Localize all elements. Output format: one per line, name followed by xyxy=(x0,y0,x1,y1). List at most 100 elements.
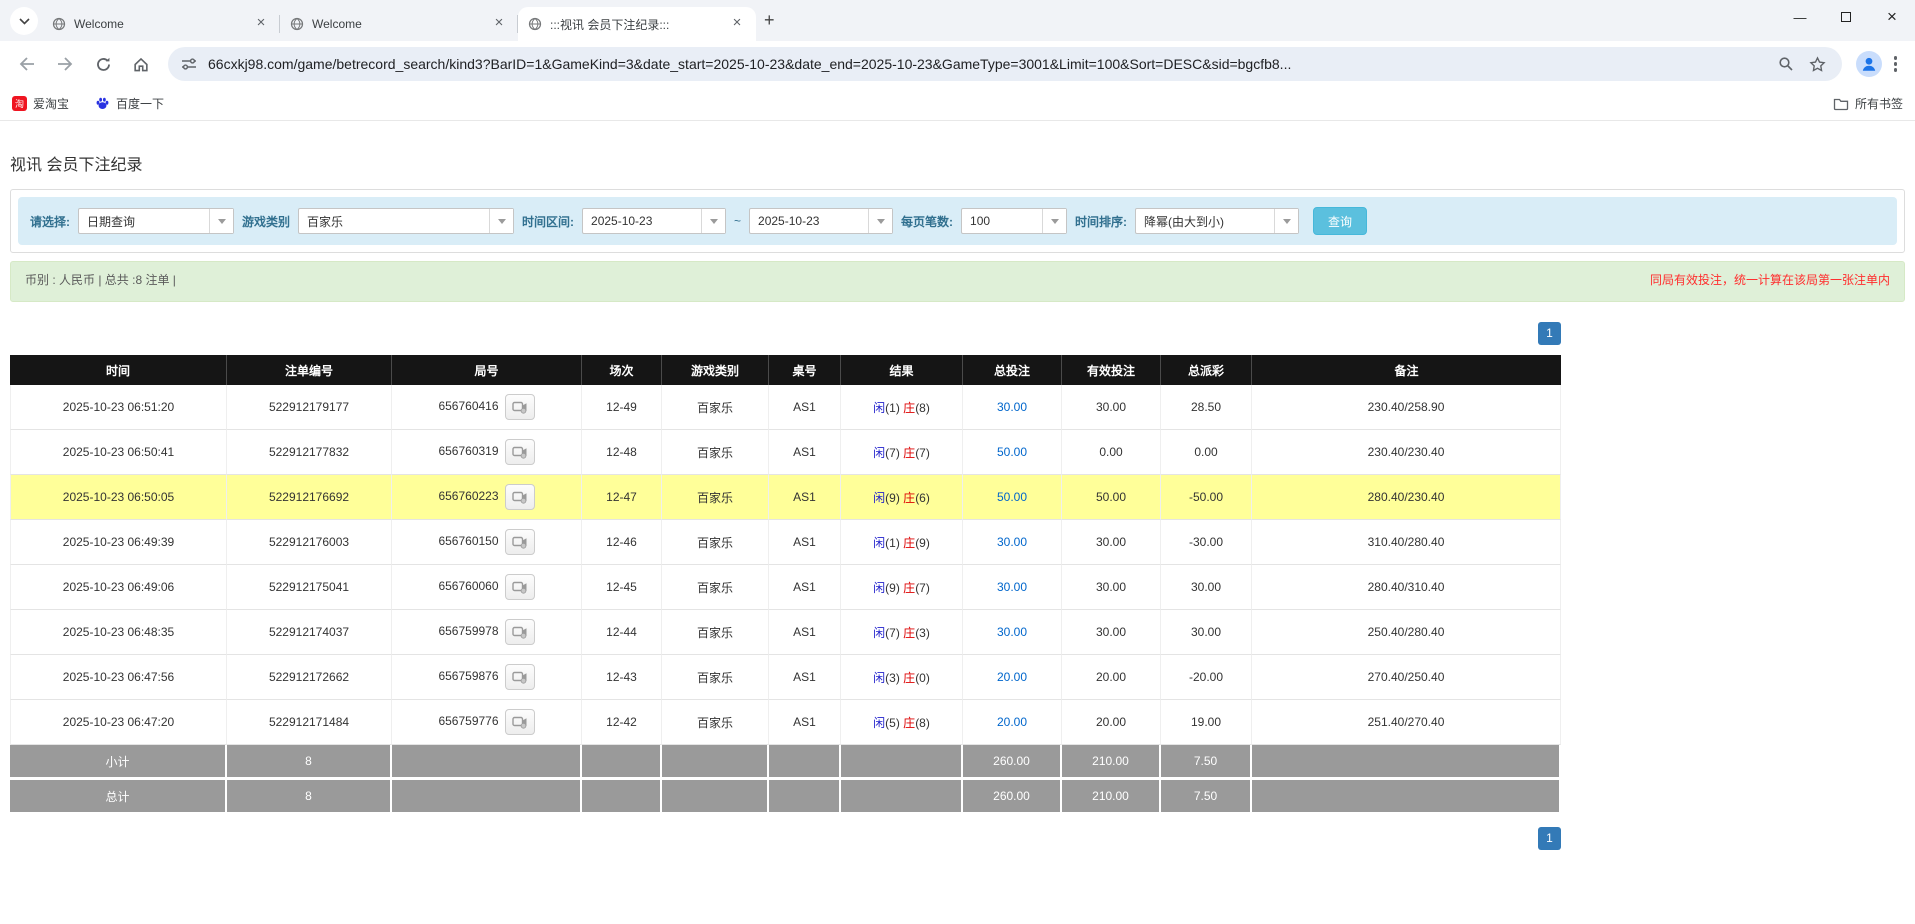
dropdown-arrow-icon[interactable] xyxy=(701,209,726,233)
per-page-select[interactable] xyxy=(961,208,1068,234)
video-replay-button[interactable] xyxy=(504,439,535,465)
total-bet-link[interactable]: 30.00 xyxy=(997,580,1027,594)
back-arrow-icon xyxy=(19,57,34,71)
cell-total-bet: 50.00 xyxy=(963,475,1062,520)
round-id-text: 656760416 xyxy=(438,399,499,414)
select-type-label: 请选择: xyxy=(30,214,70,229)
cell-session: 12-49 xyxy=(582,385,662,430)
page-1-button[interactable]: 1 xyxy=(1538,322,1561,345)
dropdown-arrow-icon[interactable] xyxy=(209,209,233,233)
video-replay-button[interactable] xyxy=(504,529,535,555)
browser-menu-button[interactable] xyxy=(1893,56,1897,72)
maximize-button[interactable] xyxy=(1823,0,1869,34)
all-bookmarks-button[interactable]: 所有书签 xyxy=(1833,95,1903,112)
tab-close-icon[interactable]: × xyxy=(490,15,508,33)
video-replay-button[interactable] xyxy=(504,484,535,510)
cell-session: 12-42 xyxy=(582,700,662,745)
bookmark-baidu[interactable]: 百度一下 xyxy=(95,95,164,112)
column-header: 游戏类别 xyxy=(662,355,769,385)
cell-valid-bet: 0.00 xyxy=(1062,430,1161,475)
tab-welcome-1[interactable]: Welcome × xyxy=(42,7,280,41)
table-row: 2025-10-23 06:50:05 522912176692 6567602… xyxy=(10,475,1561,520)
total-bet-link[interactable]: 20.00 xyxy=(997,670,1027,684)
sort-order-select[interactable] xyxy=(1135,208,1300,234)
tab-welcome-2[interactable]: Welcome × xyxy=(280,7,518,41)
video-replay-button[interactable] xyxy=(504,709,535,735)
column-header: 总派彩 xyxy=(1161,355,1252,385)
minimize-button[interactable]: — xyxy=(1777,0,1823,34)
per-page-label: 每页笔数: xyxy=(901,214,954,229)
baidu-paw-icon xyxy=(96,97,109,109)
total-bet-link[interactable]: 50.00 xyxy=(997,490,1027,504)
result-banker: 庄 xyxy=(903,670,916,685)
cell-table-no: AS1 xyxy=(769,610,841,655)
address-bar[interactable]: 66cxkj98.com/game/betrecord_search/kind3… xyxy=(168,47,1842,81)
game-type-value[interactable] xyxy=(299,209,490,233)
reload-button[interactable] xyxy=(87,48,119,80)
result-banker: 庄 xyxy=(903,625,916,640)
bookmark-label: 百度一下 xyxy=(116,97,165,111)
table-row: 2025-10-23 06:47:20 522912171484 6567597… xyxy=(10,700,1561,745)
date-end-value[interactable] xyxy=(750,209,869,233)
cell-bet-id: 522912176692 xyxy=(227,475,392,520)
cell-payout: 30.00 xyxy=(1161,565,1252,610)
video-replay-button[interactable] xyxy=(504,394,535,420)
dropdown-arrow-icon[interactable] xyxy=(1042,209,1067,233)
game-type-select[interactable] xyxy=(298,208,515,234)
per-page-value[interactable] xyxy=(962,209,1043,233)
date-end-picker[interactable] xyxy=(749,208,894,234)
tab-close-icon[interactable]: × xyxy=(252,15,270,33)
zoom-button[interactable] xyxy=(1774,52,1798,76)
taobao-icon: 淘 xyxy=(12,96,27,111)
forward-button[interactable] xyxy=(49,48,81,80)
cell-time: 2025-10-23 06:50:41 xyxy=(10,430,227,475)
cell-valid-bet: 30.00 xyxy=(1062,385,1161,430)
cell-valid-bet: 30.00 xyxy=(1062,610,1161,655)
bet-records-table: 时间 注单编号 局号 场次 游戏类别 桌号 结果 总投注 有效投注 总派彩 备注 2025-10-2… xyxy=(10,355,1561,815)
video-replay-button[interactable] xyxy=(504,619,535,645)
bookmark-aitaobao[interactable]: 淘 爱淘宝 xyxy=(12,95,69,112)
cell-round-id: 656760223 xyxy=(392,475,582,520)
video-replay-button[interactable] xyxy=(504,574,535,600)
bookmark-star-button[interactable] xyxy=(1806,52,1830,76)
dropdown-arrow-icon[interactable] xyxy=(868,209,893,233)
search-button[interactable]: 查询 xyxy=(1313,207,1368,235)
close-button[interactable]: × xyxy=(1869,0,1915,34)
profile-avatar[interactable] xyxy=(1855,51,1882,77)
cell-session: 12-46 xyxy=(582,520,662,565)
date-start-value[interactable] xyxy=(583,209,702,233)
sort-order-value[interactable] xyxy=(1136,209,1275,233)
game-type-label: 游戏类别 xyxy=(242,214,291,229)
cell-total-bet: 20.00 xyxy=(963,700,1062,745)
globe-favicon-icon xyxy=(290,17,304,31)
globe-favicon-icon xyxy=(52,17,66,31)
total-bet-link[interactable]: 30.00 xyxy=(997,400,1027,414)
total-bet-link[interactable]: 50.00 xyxy=(997,445,1027,459)
cell-valid-bet: 50.00 xyxy=(1062,475,1161,520)
home-button[interactable] xyxy=(125,48,157,80)
cell-remark: 280.40/310.40 xyxy=(1252,565,1561,610)
reload-icon xyxy=(96,57,110,71)
video-icon xyxy=(511,716,527,729)
date-start-picker[interactable] xyxy=(582,208,727,234)
total-bet-link[interactable]: 30.00 xyxy=(997,625,1027,639)
subtotal-count: 8 xyxy=(227,745,392,780)
new-tab-button[interactable]: + xyxy=(764,10,775,31)
dropdown-arrow-icon[interactable] xyxy=(489,209,514,233)
total-bet-link[interactable]: 20.00 xyxy=(997,715,1027,729)
tab-bet-records-active[interactable]: :::视讯 会员下注纪录::: × xyxy=(518,7,756,41)
cell-payout: 19.00 xyxy=(1161,700,1252,745)
tab-close-icon[interactable]: × xyxy=(728,15,746,33)
cell-payout: -50.00 xyxy=(1161,475,1252,520)
video-replay-button[interactable] xyxy=(504,664,535,690)
page-1-button[interactable]: 1 xyxy=(1538,827,1561,850)
cell-result: 闲(1) 庄(9) xyxy=(841,520,963,565)
query-type-value[interactable] xyxy=(79,209,209,233)
cell-session: 12-44 xyxy=(582,610,662,655)
total-bet-link[interactable]: 30.00 xyxy=(997,535,1027,549)
tab-search-button[interactable] xyxy=(10,7,38,35)
cell-table-no: AS1 xyxy=(769,430,841,475)
dropdown-arrow-icon[interactable] xyxy=(1274,209,1299,233)
query-type-select[interactable] xyxy=(78,208,234,234)
back-button[interactable] xyxy=(11,48,43,80)
